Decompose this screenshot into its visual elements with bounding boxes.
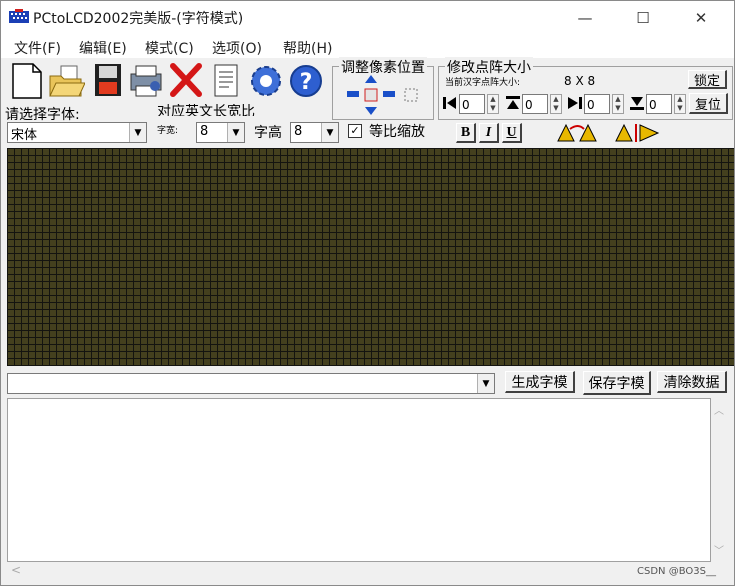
height-select[interactable]: 8 ▼ xyxy=(290,122,339,143)
app-logo-icon xyxy=(9,9,29,23)
help-question-icon[interactable]: ? xyxy=(287,60,325,100)
window-title: PCtoLCD2002完美版-(字符模式) xyxy=(33,11,244,27)
menu-edit[interactable]: 编辑(E) xyxy=(79,38,127,58)
spin-top-arrows[interactable]: ▲ ▼ xyxy=(550,94,562,114)
current-size-value: 8 X 8 xyxy=(564,74,596,88)
height-label: 字高 xyxy=(254,125,282,141)
select-font-label: 请选择字体: xyxy=(5,107,80,123)
horizontal-scrollbar[interactable]: < xyxy=(7,562,711,579)
chevron-down-icon[interactable]: ▼ xyxy=(321,123,338,142)
spin-bottom-arrows[interactable]: ▲ ▼ xyxy=(674,94,686,114)
clear-button[interactable]: 清除数据 xyxy=(657,371,727,393)
vertical-scrollbar[interactable]: ︿ ﹀ xyxy=(711,398,728,562)
menu-file[interactable]: 文件(F) xyxy=(14,38,61,58)
shrink-top-icon[interactable] xyxy=(505,95,521,111)
current-size-label: 当前汉字点阵大小: xyxy=(445,78,521,88)
dot-matrix-canvas[interactable] xyxy=(7,148,734,366)
menu-mode[interactable]: 模式(C) xyxy=(145,38,194,58)
save-disk-icon[interactable] xyxy=(89,60,127,100)
shrink-bottom-icon[interactable] xyxy=(629,95,645,111)
app-window: PCtoLCD2002完美版-(字符模式) — ☐ ✕ 文件(F) 编辑(E) … xyxy=(0,0,735,586)
lock-button[interactable]: 锁定 xyxy=(688,70,727,89)
output-textarea[interactable] xyxy=(7,398,711,562)
watermark-text: CSDN @BO3S__ xyxy=(637,566,716,577)
bold-button[interactable]: B xyxy=(456,123,476,143)
delete-x-icon[interactable] xyxy=(167,60,205,100)
restore-button[interactable]: 复位 xyxy=(689,93,728,114)
generate-button[interactable]: 生成字模 xyxy=(505,371,575,393)
ratio-label: 对应英文长宽比 xyxy=(157,104,255,116)
settings-gear-icon[interactable] xyxy=(247,60,285,100)
menu-help[interactable]: 帮助(H) xyxy=(283,38,332,58)
minimize-button[interactable]: — xyxy=(562,1,608,34)
maximize-button[interactable]: ☐ xyxy=(620,1,666,34)
output-select[interactable]: ▼ xyxy=(7,373,495,394)
scroll-up-icon[interactable]: ︿ xyxy=(714,402,724,417)
open-folder-icon[interactable] xyxy=(47,60,85,100)
center-icon[interactable] xyxy=(403,87,419,103)
new-file-icon[interactable] xyxy=(7,60,45,100)
notepad-icon[interactable] xyxy=(207,60,245,100)
width-label: 字宽: xyxy=(157,126,179,136)
spin-left-input[interactable]: 0 xyxy=(459,94,485,114)
spin-right-arrows[interactable]: ▲ ▼ xyxy=(612,94,624,114)
pixel-position-title: 调整像素位置 xyxy=(339,57,427,77)
font-select-value: 宋体 xyxy=(11,128,38,143)
proportional-checkbox[interactable]: ✓ xyxy=(348,124,362,138)
spin-bottom-input[interactable]: 0 xyxy=(646,94,672,114)
title-bar: PCtoLCD2002完美版-(字符模式) — ☐ ✕ xyxy=(1,1,734,34)
menu-bar: 文件(F) 编辑(E) 模式(C) 选项(O) 帮助(H) xyxy=(1,34,734,58)
width-select[interactable]: 8 ▼ xyxy=(196,122,245,143)
chevron-down-icon[interactable]: ▼ xyxy=(129,123,146,142)
dot-size-title: 修改点阵大小 xyxy=(445,57,533,77)
proportional-label: 等比缩放 xyxy=(369,124,425,140)
underline-button[interactable]: U xyxy=(502,123,522,143)
rotate-icon[interactable] xyxy=(556,123,600,143)
close-button[interactable]: ✕ xyxy=(678,1,724,34)
scroll-down-icon[interactable]: ﹀ xyxy=(714,542,724,557)
chevron-down-icon[interactable]: ▼ xyxy=(227,123,244,142)
chevron-down-icon[interactable]: ▼ xyxy=(477,374,494,393)
spin-top-input[interactable]: 0 xyxy=(522,94,548,114)
scroll-left-icon[interactable]: < xyxy=(11,563,21,577)
spin-right-input[interactable]: 0 xyxy=(584,94,610,114)
italic-button[interactable]: I xyxy=(479,123,499,143)
move-arrows-icon[interactable] xyxy=(345,75,397,115)
menu-options[interactable]: 选项(O) xyxy=(212,38,262,58)
width-select-value: 8 xyxy=(200,124,209,139)
print-icon[interactable] xyxy=(127,60,165,100)
spin-left-arrows[interactable]: ▲ ▼ xyxy=(487,94,499,114)
font-select[interactable]: 宋体 ▼ xyxy=(7,122,147,143)
shrink-left-icon[interactable] xyxy=(442,95,458,111)
svg-text:?: ? xyxy=(300,70,313,95)
save-button[interactable]: 保存字模 xyxy=(583,371,651,395)
shrink-right-icon[interactable] xyxy=(567,95,583,111)
height-select-value: 8 xyxy=(294,124,303,139)
flip-icon[interactable] xyxy=(614,123,660,143)
